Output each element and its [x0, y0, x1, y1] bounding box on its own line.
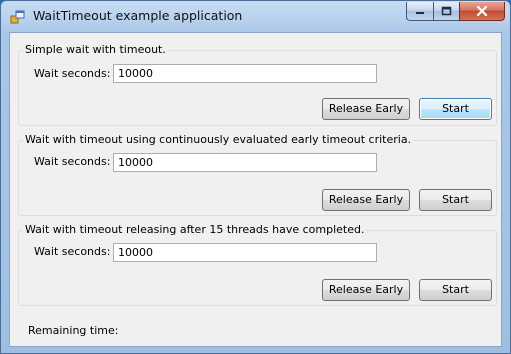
criteria-wait-group: Wait with timeout using continuously eva… [18, 133, 497, 216]
start-button[interactable]: Start [419, 98, 492, 120]
close-button[interactable] [459, 2, 505, 21]
minimize-button[interactable] [406, 2, 433, 21]
title-bar[interactable]: WaitTimeout example application [1, 1, 510, 32]
release-early-button[interactable]: Release Early [322, 279, 410, 301]
wait-seconds-label: Wait seconds: [34, 245, 111, 258]
start-button[interactable]: Start [419, 279, 492, 301]
wait-seconds-label: Wait seconds: [34, 67, 111, 80]
maximize-button[interactable] [433, 2, 459, 21]
caption-buttons [406, 2, 505, 22]
group-title: Simple wait with timeout. [23, 43, 168, 57]
group-title: Wait with timeout releasing after 15 thr… [23, 223, 367, 237]
wait-seconds-input[interactable]: 10000 [113, 153, 377, 172]
threads-wait-group: Wait with timeout releasing after 15 thr… [18, 223, 497, 306]
wait-seconds-input[interactable]: 10000 [113, 243, 377, 262]
release-early-button[interactable]: Release Early [322, 98, 410, 120]
wait-seconds-label: Wait seconds: [34, 155, 111, 168]
simple-wait-group: Simple wait with timeout. Wait seconds: … [18, 43, 497, 126]
start-button[interactable]: Start [419, 189, 492, 211]
release-early-button[interactable]: Release Early [322, 189, 410, 211]
wait-seconds-input[interactable]: 10000 [113, 64, 377, 83]
app-window: WaitTimeout example application Simple w… [0, 0, 511, 354]
application-icon[interactable] [10, 9, 26, 25]
maximize-icon [441, 6, 452, 16]
group-title: Wait with timeout using continuously eva… [23, 133, 414, 147]
close-icon [476, 6, 488, 16]
window-title: WaitTimeout example application [33, 8, 243, 23]
minimize-icon [416, 12, 424, 14]
client-area: Simple wait with timeout. Wait seconds: … [9, 32, 502, 347]
remaining-time-label: Remaining time: [28, 324, 119, 337]
